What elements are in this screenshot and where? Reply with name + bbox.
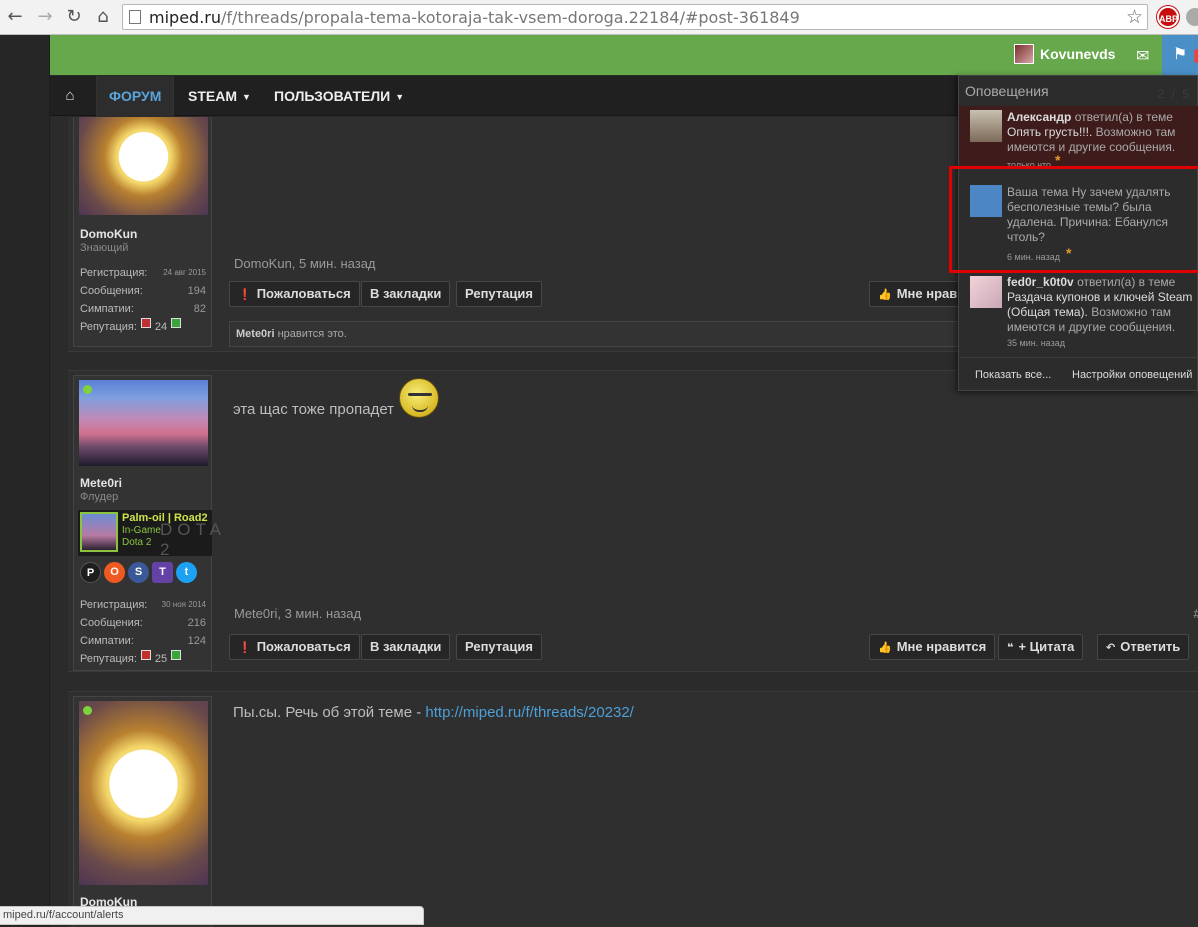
reputation-button[interactable]: Репутация [456,634,542,660]
alert-item[interactable]: fed0r_k0t0v ответил(а) в теме Раздача ку… [959,272,1198,352]
adblock-icon[interactable]: ABP [1157,6,1179,28]
user-avatar[interactable] [79,380,208,466]
url-text[interactable]: miped.ru/f/threads/propala-tema-kotoraja… [149,8,800,27]
username: Kovunevds [1040,46,1116,62]
twitter-icon[interactable]: t [176,562,197,583]
user-avatar [1014,44,1034,64]
steam-state: In-Game [122,525,161,536]
reply-icon: ↶ [1106,642,1116,654]
rep-minus-icon[interactable] [140,650,151,660]
tab-steam[interactable]: STEAM ▼ [176,76,263,116]
rep-plus-icon[interactable] [171,318,182,328]
thread-link[interactable]: http://miped.ru/f/threads/20232/ [425,704,633,721]
show-all-alerts-link[interactable]: Показать все... [975,369,1051,381]
mail-icon[interactable]: ✉ [1136,46,1149,66]
user-title: Флудер [80,491,119,503]
poster-name[interactable]: Mete0ri [80,476,122,490]
report-button[interactable]: ❗ Пожаловаться [229,281,360,307]
user-avatar[interactable] [79,117,208,215]
post: DomoKun Пы.сы. Речь об этой теме - http:… [68,691,1198,927]
post-body: Пы.сы. Речь об этой теме - http://miped.… [233,704,634,721]
like-button[interactable]: 👍 Мне нрав [869,281,967,307]
bookmark-button[interactable]: В закладки [361,281,451,307]
home-icon[interactable]: ⌂ [92,6,114,28]
alert-time: 35 мин. назад [1007,338,1065,348]
back-icon[interactable]: ← [4,6,26,28]
site-header: Kovunevds ✉ ⚑ [50,35,1198,75]
forward-icon[interactable]: → [34,6,56,28]
steam-name: Palm-oil | Road2 [122,512,208,524]
steam-avatar [80,512,118,552]
online-status-icon [83,706,92,715]
game-logo: DOTA 2 [160,520,226,559]
alert-settings-link[interactable]: Настройки оповещений [1072,369,1192,381]
tab-forum[interactable]: ФОРУМ [96,76,175,116]
user-info: DomoKun [73,696,212,927]
chevron-down-icon: ▼ [242,92,251,102]
alerts-footer: Показать все... Настройки оповещений [959,357,1198,391]
steam-icon[interactable]: S [128,562,149,583]
social-links: P O S T t [80,562,197,583]
reputation-button[interactable]: Репутация [456,281,542,307]
user-info: Mete0ri Флудер DOTA 2 Palm-oil | Road2 I… [73,375,220,671]
post-meta[interactable]: Mete0ri, 3 мин. назад [234,606,361,621]
alert-avatar[interactable] [970,276,1002,308]
alerts-pager[interactable]: 2 / 5 [1158,87,1191,101]
alert-icon: ❗ [238,642,252,654]
post-meta[interactable]: DomoKun, 5 мин. назад [234,256,376,271]
reload-icon[interactable]: ↻ [63,6,85,28]
user-stats: Регистрация: 30 ноя 2014 Сообщения: 216 Си… [80,599,206,665]
online-status-icon [83,385,92,394]
account-menu[interactable]: Kovunevds [1014,44,1115,64]
thumbs-up-icon: 👍 [878,642,892,654]
playstation-icon[interactable]: P [80,562,101,583]
alerts-flag-icon[interactable]: ⚑ [1162,35,1198,75]
liker-name[interactable]: Mete0ri [236,328,275,340]
user-stats: Регистрация: 24 авг 2015 Сообщения: 194 Си… [80,267,206,333]
steam-game: Dota 2 [122,537,152,548]
poster-name[interactable]: DomoKun [80,227,137,241]
report-button[interactable]: ❗ Пожаловаться [229,634,360,660]
page-icon [129,10,141,24]
status-bar-url: miped.ru/f/account/alerts [0,906,424,925]
alert-icon: ❗ [238,289,252,301]
alerts-title: Оповещения [965,83,1049,99]
post-body: эта щас тоже пропадет [233,401,395,418]
twitch-icon[interactable]: T [152,562,173,583]
chevron-down-icon: ▼ [395,92,405,102]
highlight-box [949,166,1198,273]
user-title: Знающий [80,242,129,254]
quote-icon: ❝ [1007,642,1014,654]
smiley-icon [399,378,439,418]
page-gutter [0,35,50,927]
rep-plus-icon[interactable] [171,650,182,660]
user-info: DomoKun Знающий Регистрация: 24 авг 2015 … [73,117,212,347]
origin-icon[interactable]: O [104,562,125,583]
tab-users[interactable]: ПОЛЬЗОВАТЕЛИ ▼ [262,76,416,116]
extension-icon[interactable] [1186,8,1198,26]
address-bar[interactable]: miped.ru/f/threads/propala-tema-kotoraja… [122,4,1148,30]
bookmark-button[interactable]: В закладки [361,634,451,660]
alerts-badge [1194,49,1198,63]
quote-button[interactable]: ❝ + Цитата [998,634,1084,660]
user-avatar[interactable] [79,701,208,885]
reply-button[interactable]: ↶ Ответить [1097,634,1190,660]
thumbs-up-icon: 👍 [878,289,892,301]
browser-toolbar: ← → ↻ ⌂ miped.ru/f/threads/propala-tema-… [0,0,1198,35]
alert-item[interactable]: Александр ответил(а) в теме Опять грусть… [959,106,1198,170]
post: Mete0ri Флудер DOTA 2 Palm-oil | Road2 I… [68,370,1198,672]
post-number[interactable]: #2 [1194,606,1198,621]
like-button[interactable]: 👍 Мне нравится [869,634,996,660]
steam-status-card[interactable]: DOTA 2 Palm-oil | Road2 In-Game Dota 2 [78,510,220,559]
home-icon[interactable]: ⌂ [50,76,90,116]
rep-minus-icon[interactable] [140,318,151,328]
bookmark-star-icon[interactable]: ☆ [1126,6,1143,29]
alert-avatar[interactable] [970,110,1002,142]
